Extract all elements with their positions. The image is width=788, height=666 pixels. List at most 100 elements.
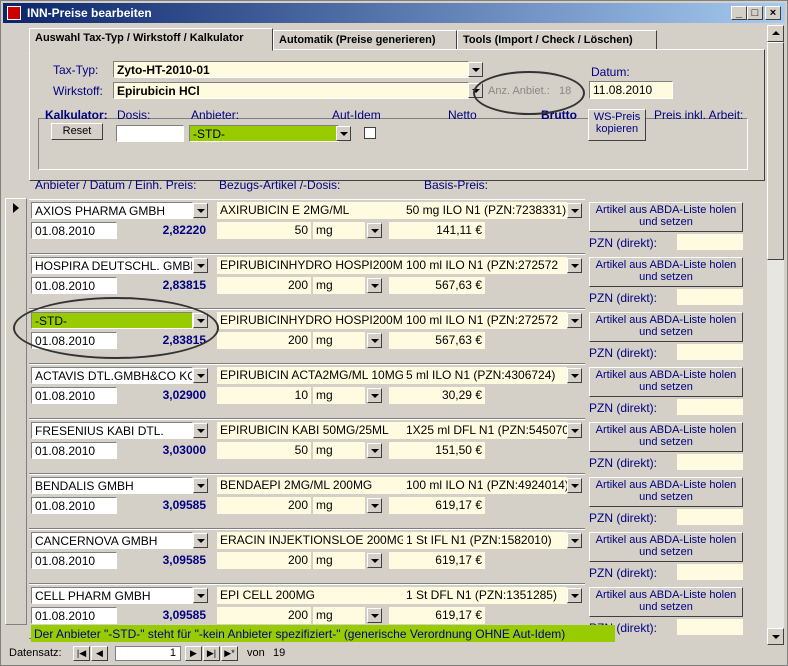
pzn-input[interactable]	[677, 399, 743, 415]
row-anbieter-dropdown-icon[interactable]	[193, 423, 208, 438]
row-einheit[interactable]: mg	[313, 497, 365, 514]
wirkstoff-select[interactable]: Epirubicin HCl	[113, 82, 469, 99]
pzn-input[interactable]	[677, 619, 743, 635]
row-anbieter-dropdown-icon[interactable]	[193, 588, 208, 603]
tab-auswahl[interactable]: Auswahl Tax-Typ / Wirkstoff / Kalkulator	[29, 28, 273, 51]
main-window: INN-Preise bearbeiten _ □ × Auswahl Tax-…	[0, 0, 788, 666]
row-einheit[interactable]: mg	[313, 607, 365, 624]
pzn-input[interactable]	[677, 564, 743, 580]
row-einheit-dropdown-icon[interactable]	[367, 608, 382, 623]
row-anbieter-select[interactable]: BENDALIS GMBH	[31, 477, 193, 494]
row-anbieter-dropdown-icon[interactable]	[193, 258, 208, 273]
dosis-input[interactable]	[116, 125, 184, 142]
row-einheit-dropdown-icon[interactable]	[367, 333, 382, 348]
row-anbieter-select[interactable]: -STD-	[31, 312, 193, 329]
row-dosis[interactable]: 200	[217, 497, 311, 514]
row-dosis[interactable]: 200	[217, 607, 311, 624]
abda-button[interactable]: Artikel aus ABDA-Liste holen und setzen	[589, 367, 743, 397]
row-artikel-dropdown-icon[interactable]	[567, 368, 582, 383]
tab-tools[interactable]: Tools (Import / Check / Löschen)	[457, 30, 657, 50]
anbieter-filter-select[interactable]: -STD-	[189, 125, 339, 142]
row-artikel-dropdown-icon[interactable]	[567, 203, 582, 218]
row-anbieter-select[interactable]: HOSPIRA DEUTSCHL. GMBH	[31, 257, 193, 274]
row-dosis[interactable]: 10	[217, 387, 311, 404]
row-anbieter-select[interactable]: CELL PHARM GMBH	[31, 587, 193, 604]
row-anbieter-select[interactable]: FRESENIUS KABI DTL.	[31, 422, 193, 439]
last-record-button[interactable]: ▶|	[203, 646, 220, 661]
record-number-input[interactable]: 1	[115, 646, 181, 661]
anbieter-filter-dropdown-icon[interactable]	[336, 126, 351, 141]
new-record-button[interactable]: ▶*	[221, 646, 238, 661]
row-anbieter-dropdown-icon[interactable]	[193, 203, 208, 218]
reset-button[interactable]: Reset	[51, 123, 103, 140]
vertical-scrollbar[interactable]	[767, 25, 784, 645]
row-einheit-dropdown-icon[interactable]	[367, 553, 382, 568]
row-einheit-dropdown-icon[interactable]	[367, 498, 382, 513]
row-anbieter-select[interactable]: CANCERNOVA GMBH	[31, 532, 193, 549]
row-datum[interactable]: 01.08.2010	[31, 552, 117, 569]
maximize-button[interactable]: □	[747, 6, 763, 20]
close-button[interactable]: ×	[765, 6, 781, 20]
row-datum[interactable]: 01.08.2010	[31, 607, 117, 624]
pzn-input[interactable]	[677, 344, 743, 360]
next-record-button[interactable]: ▶	[185, 646, 202, 661]
row-datum[interactable]: 01.08.2010	[31, 277, 117, 294]
row-einheit[interactable]: mg	[313, 222, 365, 239]
pzn-input[interactable]	[677, 509, 743, 525]
row-artikel-dropdown-icon[interactable]	[567, 258, 582, 273]
pzn-input[interactable]	[677, 234, 743, 250]
row-anbieter-dropdown-icon[interactable]	[193, 478, 208, 493]
row-datum[interactable]: 01.08.2010	[31, 442, 117, 459]
row-einheit[interactable]: mg	[313, 442, 365, 459]
row-datum[interactable]: 01.08.2010	[31, 222, 117, 239]
autidem-checkbox[interactable]	[364, 127, 376, 139]
tab-automatik[interactable]: Automatik (Preise generieren)	[273, 30, 457, 50]
row-artikel-dropdown-icon[interactable]	[567, 423, 582, 438]
wirkstoff-dropdown-icon[interactable]	[468, 83, 483, 98]
row-datum[interactable]: 01.08.2010	[31, 332, 117, 349]
row-artikel-dropdown-icon[interactable]	[567, 588, 582, 603]
row-datum[interactable]: 01.08.2010	[31, 387, 117, 404]
row-einheit[interactable]: mg	[313, 332, 365, 349]
abda-button[interactable]: Artikel aus ABDA-Liste holen und setzen	[589, 202, 743, 232]
first-record-button[interactable]: |◀	[73, 646, 90, 661]
ws-preis-button[interactable]: WS-Preis kopieren	[588, 109, 646, 141]
abda-button[interactable]: Artikel aus ABDA-Liste holen und setzen	[589, 257, 743, 287]
row-artikel-dropdown-icon[interactable]	[567, 533, 582, 548]
row-einheit-dropdown-icon[interactable]	[367, 388, 382, 403]
row-artikel-dropdown-icon[interactable]	[567, 478, 582, 493]
row-dosis[interactable]: 50	[217, 222, 311, 239]
abda-button[interactable]: Artikel aus ABDA-Liste holen und setzen	[589, 532, 743, 562]
minimize-button[interactable]: _	[731, 6, 747, 20]
tax-select[interactable]: Zyto-HT-2010-01	[113, 61, 469, 78]
row-einheit-dropdown-icon[interactable]	[367, 223, 382, 238]
pzn-input[interactable]	[677, 289, 743, 305]
datum-field[interactable]: 11.08.2010	[589, 81, 673, 99]
row-einheit[interactable]: mg	[313, 552, 365, 569]
row-dosis[interactable]: 200	[217, 332, 311, 349]
row-einheit-dropdown-icon[interactable]	[367, 443, 382, 458]
row-einheit[interactable]: mg	[313, 277, 365, 294]
row-anbieter-dropdown-icon[interactable]	[193, 368, 208, 383]
prev-record-button[interactable]: ◀	[91, 646, 108, 661]
row-dosis[interactable]: 200	[217, 277, 311, 294]
abda-button[interactable]: Artikel aus ABDA-Liste holen und setzen	[589, 312, 743, 342]
scroll-thumb[interactable]	[767, 42, 784, 260]
pzn-input[interactable]	[677, 454, 743, 470]
row-anbieter-dropdown-icon[interactable]	[193, 313, 208, 328]
row-dosis[interactable]: 50	[217, 442, 311, 459]
scroll-up-button[interactable]	[767, 25, 784, 42]
tax-dropdown-icon[interactable]	[468, 62, 483, 77]
row-einheit[interactable]: mg	[313, 387, 365, 404]
row-einheit-dropdown-icon[interactable]	[367, 278, 382, 293]
row-anbieter-select[interactable]: ACTAVIS DTL.GMBH&CO KG	[31, 367, 193, 384]
row-anbieter-dropdown-icon[interactable]	[193, 533, 208, 548]
row-datum[interactable]: 01.08.2010	[31, 497, 117, 514]
scroll-down-button[interactable]	[767, 628, 784, 645]
row-artikel-dropdown-icon[interactable]	[567, 313, 582, 328]
row-anbieter-select[interactable]: AXIOS PHARMA GMBH	[31, 202, 193, 219]
abda-button[interactable]: Artikel aus ABDA-Liste holen und setzen	[589, 422, 743, 452]
row-dosis[interactable]: 200	[217, 552, 311, 569]
abda-button[interactable]: Artikel aus ABDA-Liste holen und setzen	[589, 587, 743, 617]
abda-button[interactable]: Artikel aus ABDA-Liste holen und setzen	[589, 477, 743, 507]
